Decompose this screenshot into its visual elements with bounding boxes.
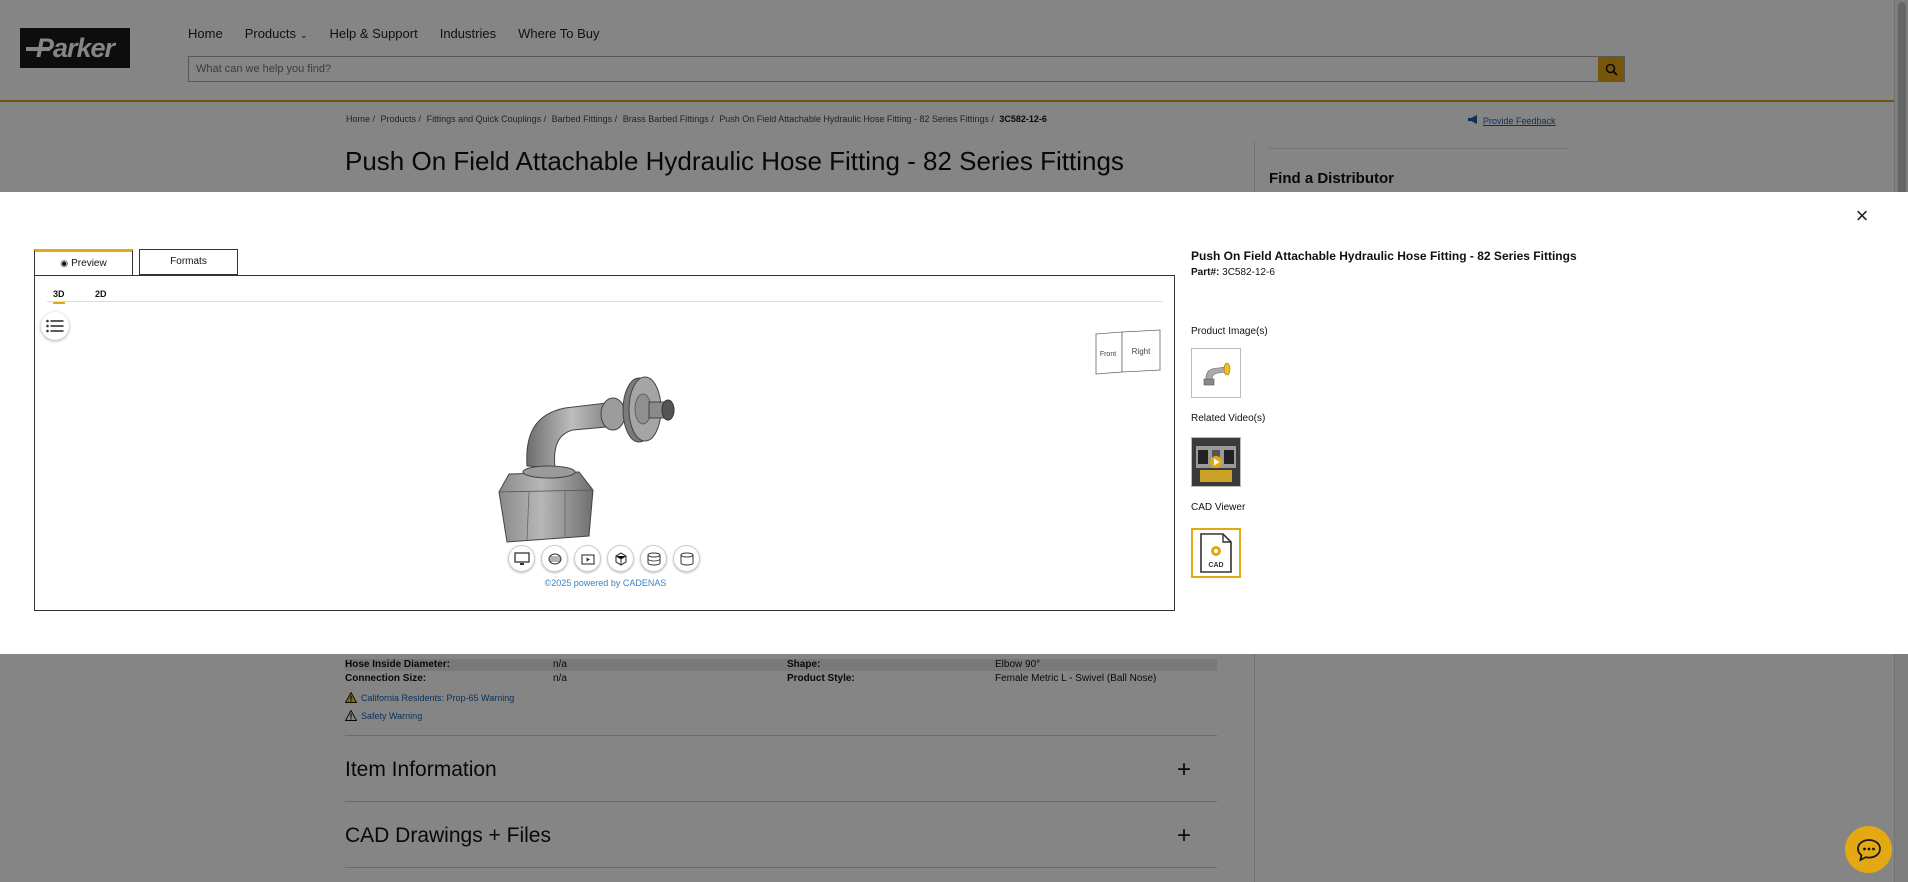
powered-by-cadenas-link[interactable]: ©2025 powered by CADENAS: [35, 578, 1176, 588]
section-view-button[interactable]: [640, 545, 667, 572]
tab-2d[interactable]: 2D: [95, 289, 107, 299]
part-label: Part#:: [1191, 267, 1220, 278]
cad-viewer-label: CAD Viewer: [1191, 502, 1246, 513]
related-video-thumbnail[interactable]: [1191, 437, 1241, 487]
cylinder-icon: [680, 552, 693, 566]
render-style-button[interactable]: [541, 545, 568, 572]
cube-icon: [614, 551, 627, 566]
cad-icon-text: CAD: [1208, 562, 1223, 569]
viewcube-front-label: Front: [1100, 351, 1116, 358]
view-cube[interactable]: Front Right: [1094, 328, 1162, 376]
related-videos-label: Related Video(s): [1191, 413, 1266, 424]
cylinder-view-button[interactable]: [673, 545, 700, 572]
cad-viewer-thumbnail[interactable]: CAD: [1191, 528, 1241, 578]
animation-button[interactable]: [574, 545, 601, 572]
viewcube-right-label: Right: [1132, 347, 1151, 356]
chat-bubble-icon: [1856, 838, 1881, 862]
list-icon: [46, 319, 64, 333]
product-images-label: Product Image(s): [1191, 326, 1268, 337]
part-value: 3C582-12-6: [1222, 267, 1275, 278]
tab-preview[interactable]: ◉ Preview: [34, 249, 133, 276]
view-mode-tabs: 3D 2D: [47, 286, 1163, 304]
close-icon[interactable]: ×: [1852, 205, 1872, 227]
tab-preview-label: Preview: [71, 258, 107, 269]
product-image-thumbnail[interactable]: [1191, 348, 1241, 398]
layers-icon: [548, 553, 561, 564]
monitor-icon: [513, 551, 530, 565]
video-thumbnail-image: [1192, 438, 1240, 486]
part-number: Part#: 3C582-12-6: [1191, 267, 1275, 278]
3d-model[interactable]: [495, 364, 727, 546]
cylinder-section-icon: [647, 552, 660, 566]
tab-3d[interactable]: 3D: [53, 289, 65, 304]
cad-preview-modal: × ◉ Preview Formats 3D 2D Front Right ©2…: [0, 192, 1908, 654]
cad-viewer[interactable]: 3D 2D Front Right ©2025 powered by CADEN…: [34, 275, 1175, 611]
viewer-toolbar: [508, 545, 700, 572]
tab-formats[interactable]: Formats: [139, 249, 238, 275]
box-view-button[interactable]: [607, 545, 634, 572]
chat-button[interactable]: [1845, 826, 1892, 873]
display-mode-button[interactable]: [508, 545, 535, 572]
cad-file-icon: CAD: [1200, 533, 1232, 573]
play-cube-icon: [580, 553, 595, 565]
modal-product-title: Push On Field Attachable Hydraulic Hose …: [1191, 249, 1577, 263]
eye-icon: ◉: [60, 258, 69, 268]
list-menu-button[interactable]: [41, 312, 69, 340]
fitting-thumbnail-image: [1203, 362, 1231, 386]
